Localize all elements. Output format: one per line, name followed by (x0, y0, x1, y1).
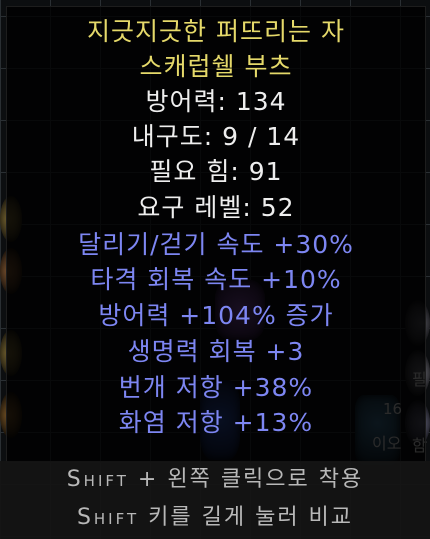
item-tooltip: 지긋지긋한 퍼뜨리는 자 스캐럽쉘 부츠 방어력: 134 내구도: 9 / 1… (6, 6, 426, 463)
equip-hint-text: + 왼쪽 클릭으로 착용 (137, 467, 364, 492)
mod-life-regen: 생명력 회복 +3 (127, 337, 305, 366)
mod-run-walk-speed: 달리기/걷기 속도 +30% (78, 230, 354, 259)
shift-key-label: Shift (66, 467, 129, 492)
item-base-type: 스캐럽쉘 부츠 (139, 52, 293, 81)
mod-fire-resist: 화염 저항 +13% (118, 408, 314, 437)
compare-hint: Shift 키를 길게 눌러 비교 (0, 499, 430, 539)
required-strength-stat: 필요 힘: 91 (149, 157, 283, 186)
item-name: 지긋지긋한 퍼뜨리는 자 (87, 17, 345, 46)
mod-enhanced-defense: 방어력 +104% 증가 (98, 301, 334, 330)
shift-key-label: Shift (76, 505, 140, 530)
defense-stat: 방어력: 134 (145, 87, 287, 116)
required-level-stat: 요구 레벨: 52 (137, 193, 295, 222)
equip-hint: Shift + 왼쪽 클릭으로 착용 (0, 461, 430, 499)
mod-lightning-resist: 번개 저항 +38% (118, 373, 314, 402)
durability-stat: 내구도: 9 / 14 (131, 122, 301, 151)
compare-hint-text: 키를 길게 눌러 비교 (148, 505, 354, 530)
mod-hit-recovery: 타격 회복 속도 +10% (90, 265, 342, 294)
